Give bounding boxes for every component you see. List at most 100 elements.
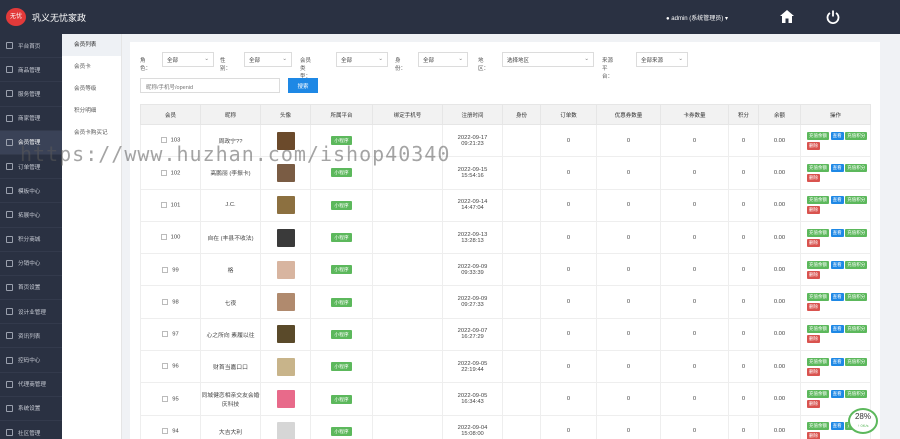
delete-button[interactable]: 删除 bbox=[807, 270, 820, 279]
source-select[interactable]: 全部来源 ⌄ bbox=[636, 52, 688, 67]
admin-menu[interactable]: ● admin (系统管理员) ▾ bbox=[666, 13, 728, 22]
sidebar-item-extensions[interactable]: 拓展中心 bbox=[0, 203, 62, 228]
points-cell: 0 bbox=[728, 350, 759, 384]
balance-cell: 0.00 bbox=[758, 220, 801, 255]
row-checkbox[interactable] bbox=[162, 331, 169, 338]
subnav-member-card[interactable]: 会员卡 bbox=[62, 56, 121, 78]
search-input[interactable] bbox=[140, 78, 280, 93]
actions-cell: 充值余额 查看 充值积分删除 bbox=[800, 156, 871, 190]
delete-button[interactable]: 删除 bbox=[807, 141, 820, 150]
table-row: 98 七夜 小程序 2022-09-09 09:27:33 0 0 0 0 0.00 充值余额 查看… bbox=[140, 285, 871, 319]
view-button[interactable]: 查看 bbox=[830, 260, 844, 269]
sidebar-item-services[interactable]: 服务管理 bbox=[0, 82, 62, 107]
sidebar-item-templates[interactable]: 模板中心 bbox=[0, 179, 62, 204]
coupons-cell: 0 bbox=[596, 382, 661, 416]
column-header: 余额 bbox=[758, 104, 801, 125]
subnav-card-purchases[interactable]: 会员卡购买记 bbox=[62, 122, 121, 144]
sidebar-item-homepage[interactable]: 首页设置 bbox=[0, 276, 62, 301]
sidebar-item-home[interactable]: 平台首页 bbox=[0, 34, 62, 59]
sidebar-item-merchants[interactable]: 商家管理 bbox=[0, 107, 62, 131]
points-cell: 0 bbox=[728, 188, 759, 222]
delete-button[interactable]: 删除 bbox=[807, 432, 820, 439]
row-checkbox[interactable] bbox=[162, 363, 169, 370]
row-checkbox[interactable] bbox=[160, 201, 167, 208]
orders-cell: 0 bbox=[540, 220, 597, 255]
recharge-points-button[interactable]: 充值积分 bbox=[845, 131, 868, 140]
sidebar-item-community[interactable]: 社区管理 bbox=[0, 421, 62, 439]
recharge-balance-button[interactable]: 充值余额 bbox=[807, 325, 829, 334]
recharge-points-button[interactable]: 充值积分 bbox=[845, 163, 868, 172]
recharge-balance-button[interactable]: 充值余额 bbox=[807, 357, 829, 366]
recharge-balance-button[interactable]: 充值余额 bbox=[807, 390, 829, 399]
view-button[interactable]: 查看 bbox=[830, 293, 844, 302]
view-button[interactable]: 查看 bbox=[830, 228, 844, 237]
subnav-points-detail[interactable]: 积分明细 bbox=[62, 100, 121, 122]
region-select[interactable]: 选择地区 ⌄ bbox=[502, 52, 594, 67]
row-checkbox[interactable] bbox=[162, 428, 169, 435]
cards-cell: 0 bbox=[660, 285, 729, 319]
actions-cell: 充值余额 查看 充值积分删除 bbox=[800, 285, 871, 319]
orders-cell: 0 bbox=[540, 285, 597, 319]
recharge-points-button[interactable]: 充值积分 bbox=[845, 260, 868, 269]
view-button[interactable]: 查看 bbox=[830, 163, 844, 172]
recharge-balance-button[interactable]: 充值余额 bbox=[807, 422, 829, 431]
view-button[interactable]: 查看 bbox=[830, 131, 844, 140]
view-button[interactable]: 查看 bbox=[830, 325, 844, 334]
table-row: 101 J.C. 小程序 2022-09-14 14:47:04 0 0 0 0 0.00 充值余额… bbox=[140, 188, 871, 222]
power-icon[interactable] bbox=[826, 10, 840, 24]
delete-button[interactable]: 删除 bbox=[807, 400, 820, 409]
view-button[interactable]: 查看 bbox=[830, 357, 844, 366]
delete-button[interactable]: 删除 bbox=[807, 367, 820, 376]
recharge-balance-button[interactable]: 充值余额 bbox=[807, 163, 829, 172]
search-button[interactable]: 搜索 bbox=[288, 78, 318, 93]
sidebar-item-goods[interactable]: 商品管理 bbox=[0, 58, 62, 83]
identity-select[interactable]: 全部 ⌄ bbox=[418, 52, 468, 67]
delete-button[interactable]: 删除 bbox=[807, 206, 820, 215]
delete-button[interactable]: 删除 bbox=[807, 303, 820, 312]
platform-badge: 小程序 bbox=[331, 297, 352, 307]
subnav-member-list[interactable]: 会员列表 bbox=[62, 34, 121, 56]
recharge-balance-button[interactable]: 充值余额 bbox=[807, 228, 829, 237]
balance-cell: 0.00 bbox=[758, 317, 801, 352]
home-icon[interactable] bbox=[780, 10, 794, 23]
sidebar-item-news[interactable]: 资讯列表 bbox=[0, 324, 62, 349]
points-cell: 0 bbox=[728, 253, 759, 287]
recharge-points-button[interactable]: 充值积分 bbox=[845, 357, 868, 366]
view-button[interactable]: 查看 bbox=[830, 390, 844, 399]
row-checkbox[interactable] bbox=[162, 395, 169, 402]
row-checkbox[interactable] bbox=[162, 266, 169, 273]
view-button[interactable]: 查看 bbox=[830, 422, 844, 431]
coupons-cell: 0 bbox=[596, 285, 661, 319]
recharge-balance-button[interactable]: 充值余额 bbox=[807, 196, 829, 205]
recharge-points-button[interactable]: 充值积分 bbox=[845, 293, 868, 302]
role-select[interactable]: 全部 ⌄ bbox=[162, 52, 214, 67]
delete-button[interactable]: 删除 bbox=[807, 238, 820, 247]
nickname-cell: 自在 (丰县不收法) bbox=[200, 220, 261, 255]
sidebar-item-codes[interactable]: 控码中心 bbox=[0, 348, 62, 373]
recharge-points-button[interactable]: 充值积分 bbox=[845, 390, 868, 399]
phone-cell bbox=[372, 382, 443, 416]
sidebar-item-agents[interactable]: 代理商管理 bbox=[0, 373, 62, 397]
recharge-points-button[interactable]: 充值积分 bbox=[845, 325, 868, 334]
row-checkbox[interactable] bbox=[160, 234, 167, 241]
sidebar-item-settings[interactable]: 系统设置 bbox=[0, 397, 62, 421]
recharge-points-button[interactable]: 充值积分 bbox=[845, 196, 868, 205]
subnav-member-levels[interactable]: 会员等级 bbox=[62, 78, 121, 100]
recharge-balance-button[interactable]: 充值余额 bbox=[807, 131, 829, 140]
row-checkbox[interactable] bbox=[160, 169, 167, 176]
menu-icon bbox=[6, 66, 13, 74]
member-type-select[interactable]: 全部 ⌄ bbox=[336, 52, 388, 67]
register-time-cell: 2022-09-07 16:27:29 bbox=[442, 317, 503, 352]
sidebar-item-points-mall[interactable]: 积分商城 bbox=[0, 228, 62, 252]
sidebar-item-design[interactable]: 设计业管理 bbox=[0, 300, 62, 325]
recharge-balance-button[interactable]: 充值余额 bbox=[807, 293, 829, 302]
speed-rate: ↑ 0K/s bbox=[857, 423, 869, 428]
delete-button[interactable]: 删除 bbox=[807, 335, 820, 344]
delete-button[interactable]: 删除 bbox=[807, 173, 820, 182]
gender-select[interactable]: 全部 ⌄ bbox=[244, 52, 292, 67]
recharge-points-button[interactable]: 充值积分 bbox=[845, 228, 868, 237]
recharge-balance-button[interactable]: 充值余额 bbox=[807, 260, 829, 269]
sidebar-item-distribution[interactable]: 分销中心 bbox=[0, 252, 62, 276]
view-button[interactable]: 查看 bbox=[830, 196, 844, 205]
row-checkbox[interactable] bbox=[162, 298, 169, 305]
